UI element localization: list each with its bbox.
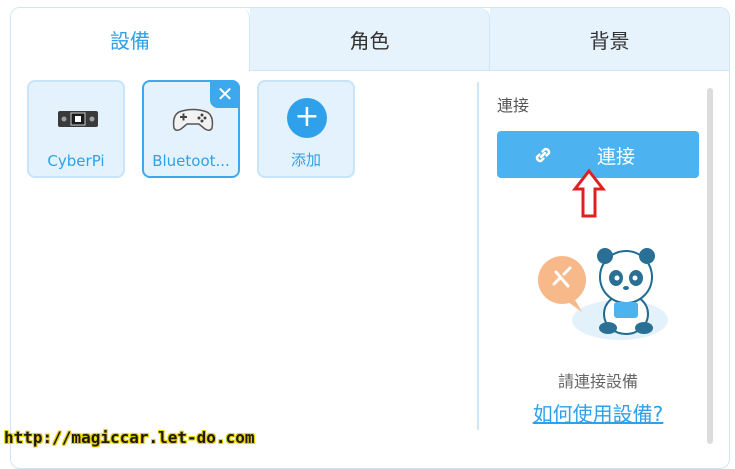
add-device-label: 添加: [290, 151, 321, 169]
connect-button-label: 連接: [597, 146, 636, 168]
tab-bar: 設備 角色 背景: [11, 8, 729, 71]
device-card-label: Bluetoot...: [152, 152, 230, 170]
panel-divider: [477, 82, 479, 430]
cyberpi-board-icon: [58, 111, 98, 127]
device-card-label: CyberPi: [47, 152, 105, 170]
help-link[interactable]: 如何使用設備?: [497, 398, 699, 427]
tab-backgrounds[interactable]: 背景: [490, 8, 729, 71]
watermark: http://magiccar.let-do.com: [4, 428, 255, 447]
tab-devices[interactable]: 設備: [11, 8, 250, 71]
connect-heading: 連接: [497, 96, 530, 115]
annotation-arrow: [572, 168, 606, 218]
link-icon: [535, 147, 551, 163]
plus-icon: +: [287, 98, 327, 138]
device-card-cyberpi[interactable]: CyberPi: [27, 80, 125, 178]
gamepad-icon: [172, 108, 214, 132]
add-device-button[interactable]: + 添加: [257, 80, 355, 178]
panda-illustration: [538, 248, 668, 340]
tab-sprites[interactable]: 角色: [250, 8, 490, 71]
remove-device-button[interactable]: ✕: [210, 80, 240, 108]
scrollbar[interactable]: [707, 88, 713, 444]
connect-hint: 請連接設備: [557, 372, 638, 391]
device-card-bluetooth[interactable]: ✕ Bluetoot...: [142, 80, 240, 178]
